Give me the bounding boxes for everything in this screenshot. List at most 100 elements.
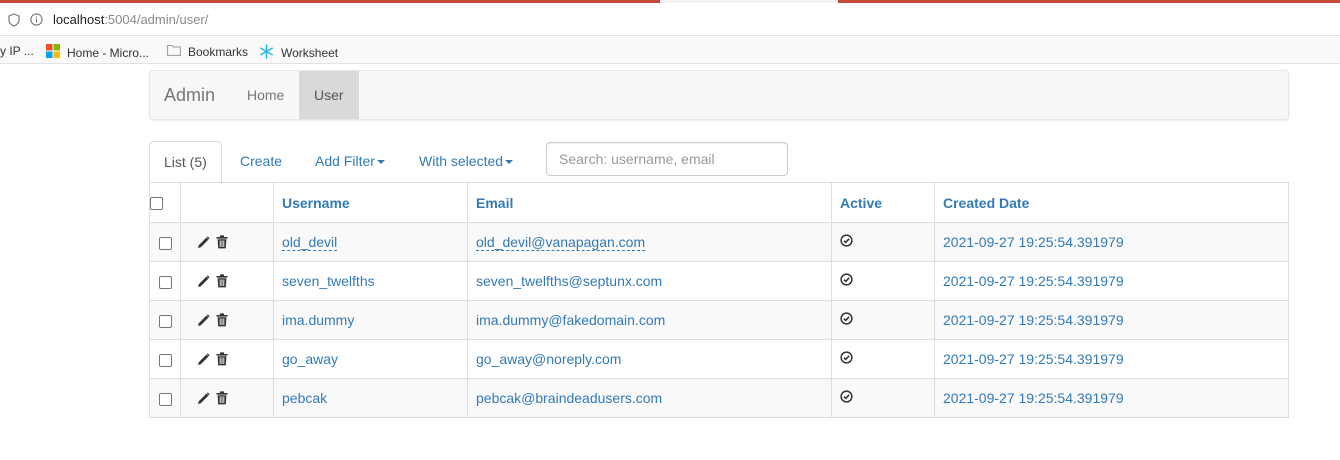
folder-icon [167, 44, 181, 59]
trash-icon[interactable] [216, 391, 228, 405]
created-date-value: 2021-09-27 19:25:54.391979 [943, 234, 1124, 250]
table-row: pebcak pebcak@braindeadusers.com 2021-09… [149, 378, 1289, 418]
check-circle-icon [840, 234, 853, 247]
pencil-icon[interactable] [197, 313, 210, 327]
url-bar[interactable]: localhost:5004/admin/user/ [0, 3, 1340, 36]
username-link[interactable]: old_devil [282, 234, 338, 251]
check-circle-icon [840, 390, 853, 403]
pencil-icon[interactable] [197, 274, 210, 288]
add-filter-label: Add Filter [315, 153, 375, 169]
check-circle-icon [840, 312, 853, 325]
username-cell: go_away [273, 339, 468, 379]
shield-icon[interactable] [8, 13, 20, 27]
created-date-value: 2021-09-27 19:25:54.391979 [943, 351, 1124, 367]
column-header-email[interactable]: Email [467, 182, 832, 223]
email-cell: go_away@noreply.com [467, 339, 832, 379]
row-actions-cell [180, 222, 274, 262]
column-header-username[interactable]: Username [273, 182, 468, 223]
email-cell: ima.dummy@fakedomain.com [467, 300, 832, 340]
row-actions-cell [180, 300, 274, 340]
bookmark-label: y IP ... [0, 44, 34, 58]
trash-icon[interactable] [216, 352, 228, 366]
pencil-icon[interactable] [197, 352, 210, 366]
email-link[interactable]: seven_twelfths@septunx.com [476, 273, 662, 289]
username-cell: old_devil [273, 222, 468, 262]
select-all-checkbox[interactable] [150, 197, 163, 211]
pencil-icon[interactable] [197, 235, 210, 249]
bookmark-item[interactable]: Home - Micro... [46, 44, 149, 61]
email-cell: pebcak@braindeadusers.com [467, 378, 832, 418]
table-header-row: Username Email Active Created Date [149, 182, 1289, 223]
email-cell: seven_twelfths@septunx.com [467, 261, 832, 301]
email-link[interactable]: old_devil@vanapagan.com [476, 234, 646, 251]
row-checkbox[interactable] [158, 275, 172, 289]
nav-item-user[interactable]: User [299, 71, 359, 119]
bookmarks-bar: y IP ... Home - Micro... Bookmarks Works… [0, 37, 1340, 64]
column-header-created-date[interactable]: Created Date [934, 182, 1289, 223]
created-date-cell: 2021-09-27 19:25:54.391979 [934, 339, 1289, 379]
with-selected-dropdown[interactable]: With selected [419, 141, 514, 183]
row-select-cell [149, 378, 181, 418]
row-checkbox[interactable] [158, 236, 172, 250]
created-date-cell: 2021-09-27 19:25:54.391979 [934, 300, 1289, 340]
column-header-active[interactable]: Active [831, 182, 935, 223]
active-cell [831, 339, 935, 379]
row-select-cell [149, 339, 181, 379]
created-date-value: 2021-09-27 19:25:54.391979 [943, 390, 1124, 406]
search-input[interactable] [546, 142, 788, 176]
username-link[interactable]: ima.dummy [282, 312, 354, 328]
row-select-cell [149, 222, 181, 262]
add-filter-dropdown[interactable]: Add Filter [315, 141, 385, 183]
created-date-value: 2021-09-27 19:25:54.391979 [943, 273, 1124, 289]
username-link[interactable]: pebcak [282, 390, 327, 406]
bookmark-folder[interactable]: Bookmarks [167, 44, 248, 59]
info-icon[interactable] [30, 13, 43, 26]
nav-item-home[interactable]: Home [232, 71, 299, 119]
row-actions-cell [180, 378, 274, 418]
username-link[interactable]: seven_twelfths [282, 273, 375, 289]
row-select-cell [149, 300, 181, 340]
pencil-icon[interactable] [197, 391, 210, 405]
check-circle-icon [840, 351, 853, 364]
row-select-cell [149, 261, 181, 301]
brand-link[interactable]: Admin [164, 85, 215, 106]
trash-icon[interactable] [216, 313, 228, 327]
caret-down-icon [376, 160, 385, 165]
row-checkbox[interactable] [158, 392, 172, 406]
admin-navbar: Admin Home User [149, 70, 1289, 120]
url-path: :5004/admin/user/ [104, 12, 209, 27]
created-date-cell: 2021-09-27 19:25:54.391979 [934, 378, 1289, 418]
bookmark-item[interactable]: Worksheet [259, 44, 338, 62]
trash-icon[interactable] [216, 235, 228, 249]
url-text[interactable]: localhost:5004/admin/user/ [53, 12, 208, 27]
bookmark-label: Home - Micro... [67, 45, 150, 60]
email-link[interactable]: ima.dummy@fakedomain.com [476, 312, 665, 328]
row-checkbox[interactable] [158, 353, 172, 367]
with-selected-label: With selected [419, 153, 504, 169]
url-host: localhost [53, 12, 105, 27]
table-row: old_devil old_devil@vanapagan.com 2021-0… [149, 222, 1289, 262]
email-link[interactable]: pebcak@braindeadusers.com [476, 390, 662, 406]
tab-list[interactable]: List (5) [149, 141, 222, 184]
tab-create[interactable]: Create [240, 141, 282, 183]
created-date-value: 2021-09-27 19:25:54.391979 [943, 312, 1124, 328]
active-cell [831, 378, 935, 418]
username-cell: ima.dummy [273, 300, 468, 340]
email-cell: old_devil@vanapagan.com [467, 222, 832, 262]
caret-down-icon [505, 160, 514, 165]
bookmark-label: Bookmarks [188, 44, 249, 59]
microsoft-logo-icon [46, 44, 60, 61]
username-link[interactable]: go_away [282, 351, 338, 367]
username-cell: seven_twelfths [273, 261, 468, 301]
bookmark-item[interactable]: y IP ... [0, 44, 34, 58]
row-actions-cell [180, 261, 274, 301]
table-row: ima.dummy ima.dummy@fakedomain.com 2021-… [149, 300, 1289, 340]
user-table: Username Email Active Created Date old_d… [149, 182, 1289, 418]
select-all-cell [149, 182, 181, 223]
active-cell [831, 222, 935, 262]
created-date-cell: 2021-09-27 19:25:54.391979 [934, 261, 1289, 301]
trash-icon[interactable] [216, 274, 228, 288]
created-date-cell: 2021-09-27 19:25:54.391979 [934, 222, 1289, 262]
row-checkbox[interactable] [158, 314, 172, 328]
email-link[interactable]: go_away@noreply.com [476, 351, 621, 367]
